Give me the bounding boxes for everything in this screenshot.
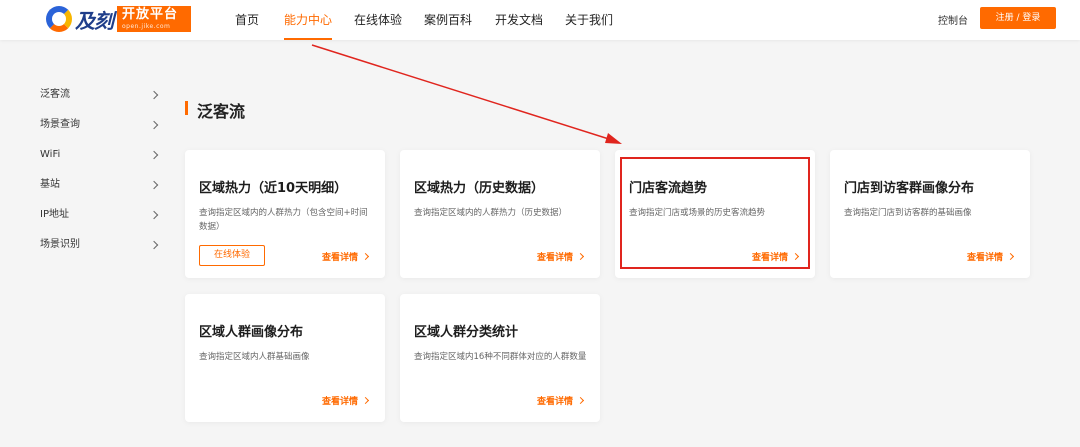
annotation-arrow-icon: [311, 44, 622, 144]
